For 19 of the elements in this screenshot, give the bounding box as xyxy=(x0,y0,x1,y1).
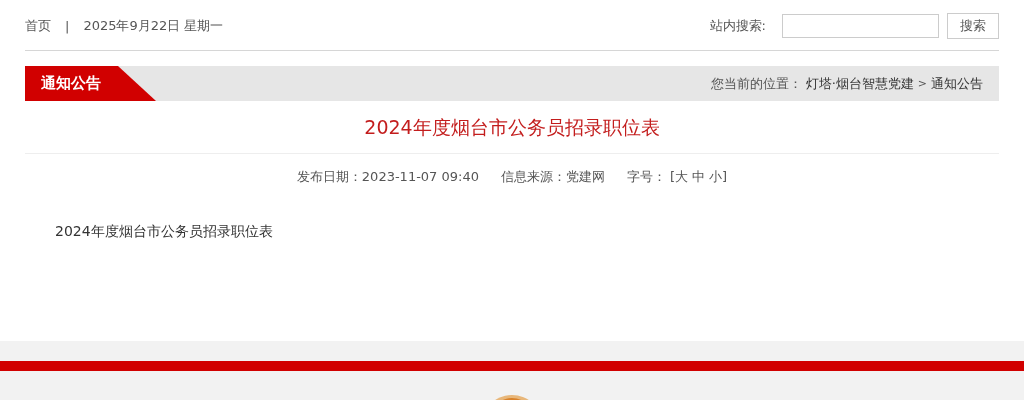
separator: | xyxy=(65,18,70,34)
font-size-link[interactable]: [大 xyxy=(670,168,689,186)
search-field[interactable] xyxy=(782,14,939,38)
breadcrumb-link[interactable]: 灯塔·烟台智慧党建 xyxy=(805,74,914,93)
article-title: 2024年度烟台市公务员招录职位表 xyxy=(25,101,999,154)
breadcrumb-separator: > xyxy=(917,77,927,90)
location-label: 您当前的位置： xyxy=(710,74,802,93)
font-size-link[interactable]: 小] xyxy=(709,168,728,186)
search-label: 站内搜索: xyxy=(709,17,766,35)
search-button[interactable]: 搜索 xyxy=(947,13,999,39)
breadcrumb-link[interactable]: 通知公告 xyxy=(931,74,983,93)
home-link[interactable]: 首页 xyxy=(25,17,51,35)
article-body: 2024年度烟台市公务员招录职位表 xyxy=(55,223,274,241)
section-title: 通知公告 xyxy=(25,66,156,101)
date-text: 2025年9月22日 星期一 xyxy=(83,17,224,35)
font-size-link[interactable]: 中 xyxy=(692,168,706,186)
meta-text: 发布日期：2023-11-07 09:40 xyxy=(296,168,479,186)
font-size-label: 字号： xyxy=(627,168,666,186)
meta-text: 信息来源：党建网 xyxy=(501,168,605,186)
